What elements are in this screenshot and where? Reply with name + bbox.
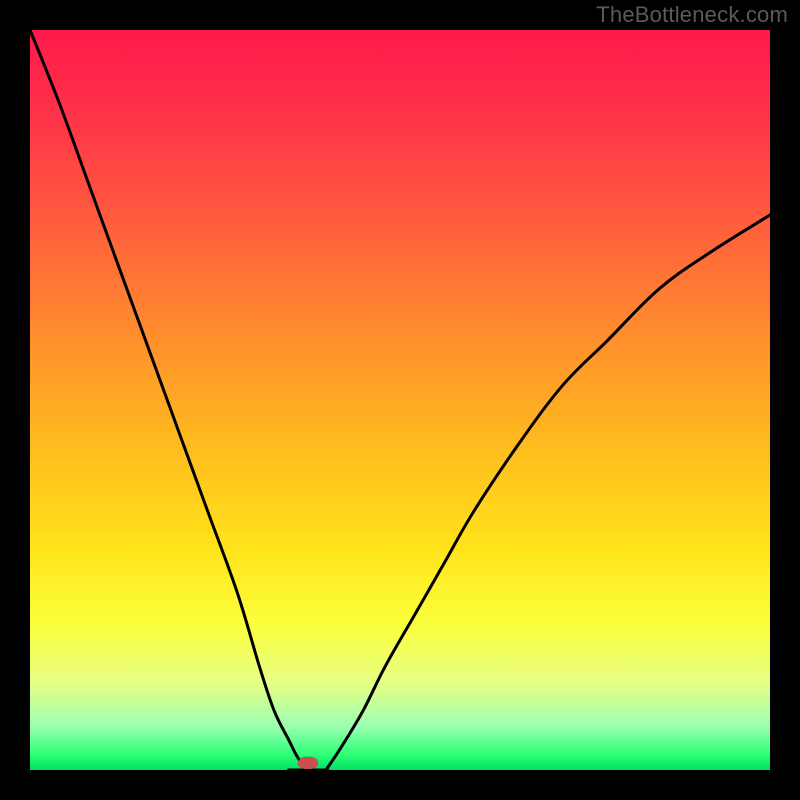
watermark-text: TheBottleneck.com xyxy=(596,2,788,28)
optimal-point-marker xyxy=(298,757,318,769)
severity-gradient-background xyxy=(30,30,770,770)
chart-frame: TheBottleneck.com xyxy=(0,0,800,800)
plot-area xyxy=(30,30,770,770)
